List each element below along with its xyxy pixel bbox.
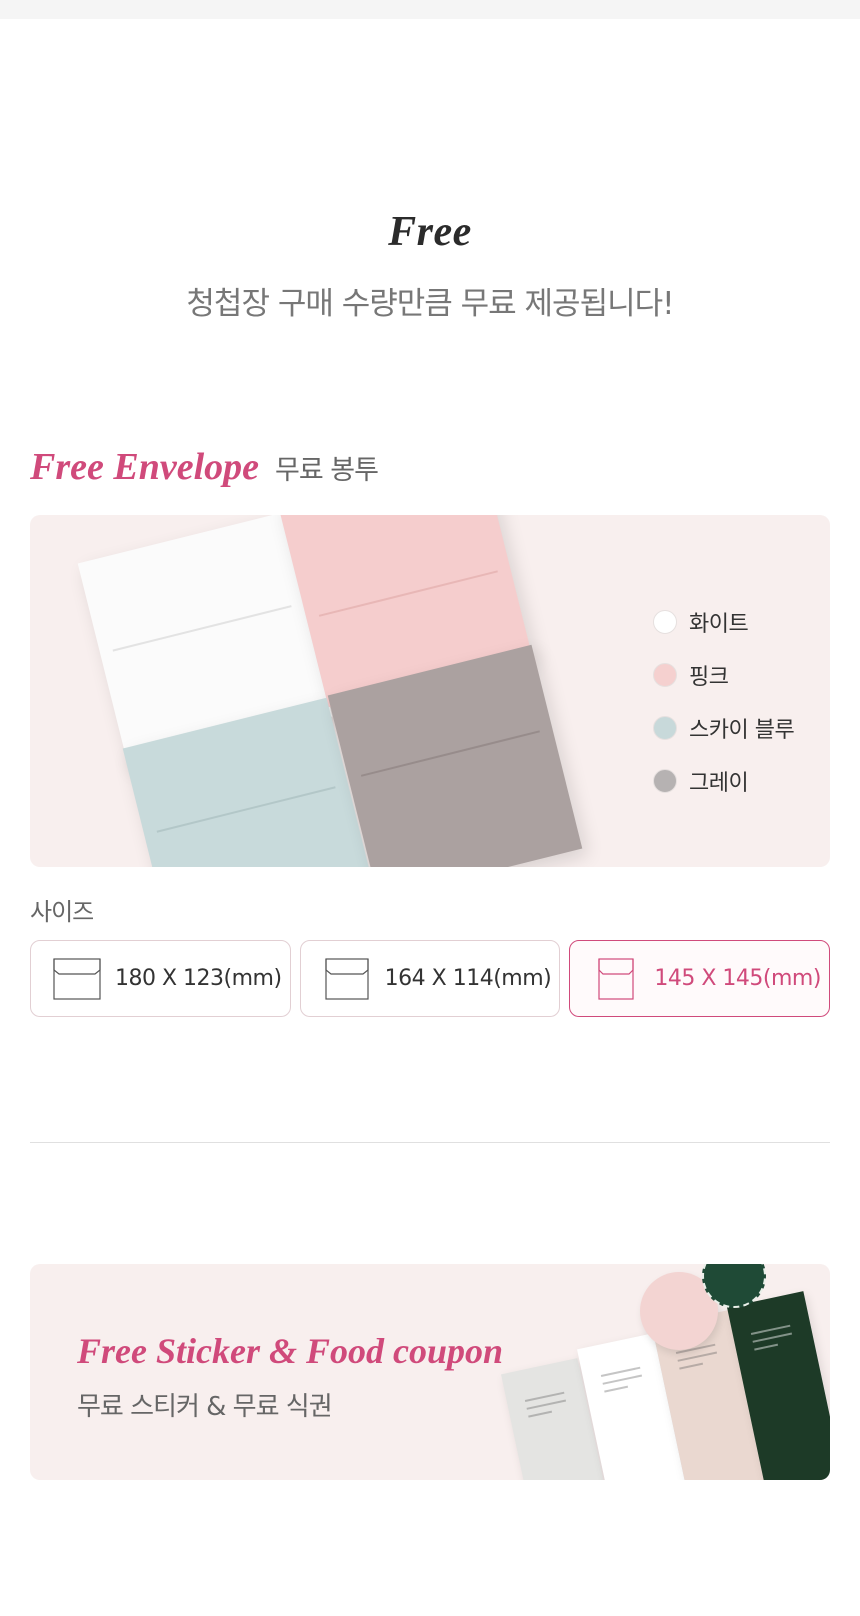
free-title: Free: [388, 209, 472, 255]
envelope-title-ko: 무료 봉투: [275, 455, 379, 486]
color-swatch: [653, 662, 677, 687]
sticker-title-en: Free Sticker & Food coupon: [77, 1331, 504, 1371]
color-option-pink[interactable]: 핑크: [653, 648, 794, 701]
envelope-icon: [592, 957, 640, 1000]
size-options: 180 X 123(mm) 164 X 114(mm) 145 X 145(mm…: [30, 940, 831, 1017]
color-label: 핑크: [689, 664, 729, 690]
envelope-title-en: Free Envelope: [30, 446, 260, 488]
section-divider: [30, 1142, 830, 1143]
color-option-white[interactable]: 화이트: [653, 595, 794, 648]
free-subtitle: 청첩장 구매 수량만큼 무료 제공됩니다!: [186, 286, 674, 322]
envelope-icon: [53, 957, 101, 1000]
sticker-coupon-banner: Free Sticker & Food coupon 무료 스티커 & 무료 식…: [30, 1264, 830, 1480]
envelope-color-legend: 화이트 핑크 스카이 블루 그레이: [653, 595, 795, 807]
color-swatch: [653, 609, 677, 634]
envelope-icon: [323, 957, 371, 1000]
color-swatch: [653, 715, 677, 740]
color-option-gray[interactable]: 그레이: [653, 754, 794, 807]
sticker-title-ko: 무료 스티커 & 무료 식권: [77, 1392, 333, 1422]
color-option-sky-blue[interactable]: 스카이 블루: [653, 701, 795, 754]
size-option-164x114[interactable]: 164 X 114(mm): [299, 940, 561, 1017]
color-label: 스카이 블루: [689, 717, 795, 743]
size-option-145x145[interactable]: 145 X 145(mm): [569, 940, 831, 1017]
envelope-color-panel: 화이트 핑크 스카이 블루 그레이: [30, 515, 830, 867]
size-option-180x123[interactable]: 180 X 123(mm): [30, 940, 291, 1017]
color-swatch: [653, 768, 677, 793]
color-label: 화이트: [689, 611, 749, 637]
color-label: 그레이: [689, 770, 749, 796]
top-bar: [0, 0, 860, 19]
size-option-label: 145 X 145(mm): [654, 966, 821, 991]
size-option-label: 180 X 123(mm): [115, 966, 282, 991]
size-option-label: 164 X 114(mm): [384, 966, 552, 991]
envelope-heading: Free Envelope 무료 봉투: [30, 445, 379, 489]
size-label: 사이즈: [30, 898, 94, 926]
